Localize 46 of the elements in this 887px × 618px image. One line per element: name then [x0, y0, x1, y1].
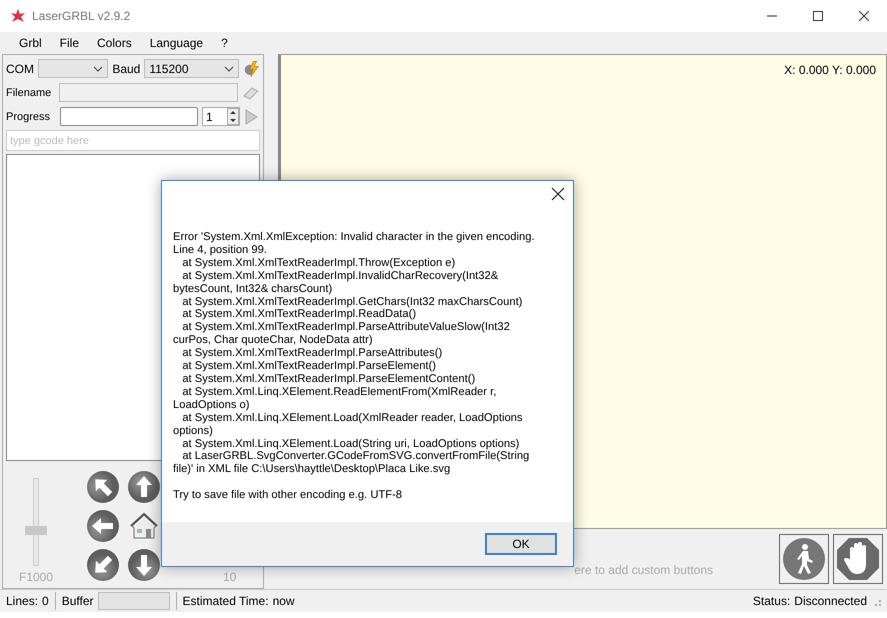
jog-arrow-button[interactable]: [127, 470, 161, 504]
menu-item[interactable]: Grbl: [10, 36, 51, 50]
speed-value: F1000: [18, 570, 54, 584]
filename-field[interactable]: [59, 83, 238, 102]
close-icon[interactable]: [551, 187, 565, 201]
menu-item[interactable]: ?: [212, 36, 237, 50]
chevron-down-icon: [93, 66, 104, 72]
com-label: COM: [6, 62, 34, 76]
jog-arrow-button[interactable]: [86, 470, 120, 504]
passes-spinner[interactable]: 1: [202, 107, 240, 126]
gcode-input[interactable]: type gcode here: [6, 130, 260, 151]
menu-item[interactable]: File: [50, 36, 88, 50]
hand-icon: [836, 537, 880, 581]
error-hint: Try to save file with other encoding e.g. UTF-8: [173, 489, 404, 502]
progress-label: Progress: [6, 110, 52, 122]
laser-logo-icon: [10, 8, 26, 24]
menu-item[interactable]: Colors: [88, 36, 141, 50]
error-message: Error 'System.Xml.XmlException: Invalid character in the given encoding. Line 4, position 99. at System.Xml.XmlTextReaderImpl.Throw(Exception e) at System.Xml.XmlTextReaderImpl.InvalidCharRecovery(Int32& bytesCount, Int32& charsCount) at System.Xml.XmlTextReaderImpl.GetChars(Int32 maxCharsCount) at System.Xml.XmlTextReaderImpl.ReadData() at System.Xml.XmlTextReaderImpl.ParseAttributeValueSlow(Int32 curPos, Char quoteChar, NodeData attr) at System.Xml.XmlTextReaderImpl.ParseAttributes() at System.Xml.XmlTextReaderImpl.ParseElement() at System.Xml.XmlTextReaderImpl.ParseElementContent() at System.Xml.Linq.XElement.ReadElementFrom(XmlReader r, LoadOptions o) at System.Xml.Linq.XElement.Load(XmlReader reader, LoadOptions options) at System.Xml.Linq.XElement.Load(String uri, LoadOptions options) at LaserGRBL.SvgConverter.GCodeFromSVG.convertFromFile(String file)' in XML file C:\Users\hayttle\Desktop\Placa Like.svg: [173, 231, 536, 476]
spinner-arrows-icon: [227, 108, 239, 125]
walking-person-icon: [782, 537, 826, 581]
window-title: LaserGRBL v2.9.2: [32, 9, 132, 23]
menu-item[interactable]: Language: [140, 36, 212, 50]
filename-label: Filename: [6, 86, 52, 98]
baud-label: Baud: [112, 62, 140, 76]
status-label: Status:: [752, 594, 790, 608]
run-button[interactable]: [779, 534, 829, 584]
jog-arrow-button[interactable]: [86, 548, 120, 582]
baud-dropdown[interactable]: 115200: [144, 59, 239, 78]
buffer-label: Buffer: [62, 594, 94, 608]
maximize-icon: [813, 11, 823, 21]
coordinates-label: X: 0.000 Y: 0.000: [784, 63, 876, 79]
lines-label: Lines:: [6, 594, 38, 608]
ok-button[interactable]: OK: [485, 533, 557, 555]
estimated-time-label: Estimated Time:: [182, 594, 269, 608]
stop-button[interactable]: [833, 534, 883, 584]
estimated-time-value: now: [272, 594, 295, 608]
plug-lightning-icon[interactable]: [242, 58, 260, 78]
step-value: 10: [223, 570, 236, 584]
custom-buttons-hint: ere to add custom buttons: [574, 563, 713, 577]
lines-count: 0: [42, 594, 49, 608]
slider-thumb[interactable]: [25, 526, 47, 535]
jog-arrow-button[interactable]: [127, 548, 161, 582]
close-icon: [859, 11, 869, 21]
connection-status: Disconnected: [794, 594, 867, 608]
jog-arrow-button[interactable]: [86, 509, 120, 543]
chevron-down-icon: [224, 66, 234, 72]
